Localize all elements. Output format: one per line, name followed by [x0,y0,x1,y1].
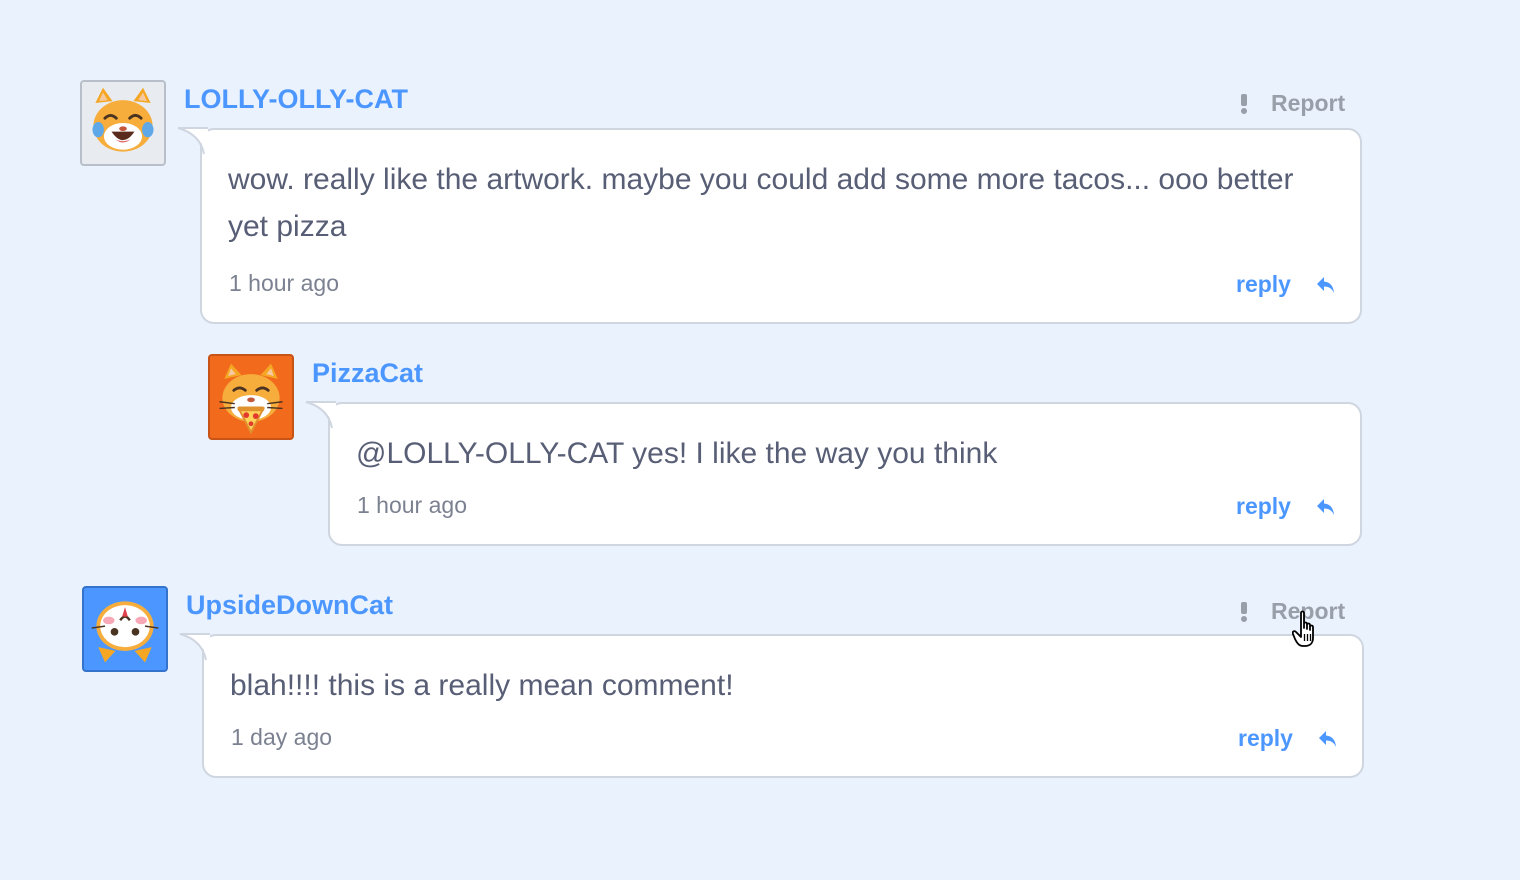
reply-button[interactable]: reply [1236,493,1337,520]
reply-button[interactable]: reply [1238,725,1339,752]
comment-bubble: wow. really like the artwork. maybe you … [177,127,1362,324]
reply-arrow-icon [1316,276,1334,293]
report-button[interactable]: Report [1239,598,1345,625]
bubble-tail [305,401,336,430]
comment-text: wow. really like the artwork. maybe you … [228,163,1294,243]
comments-section: LOLLY-OLLY-CAT Report wow. really like t… [0,0,1520,880]
comment-timestamp: 1 day ago [231,724,333,750]
reply-arrow-icon [1318,730,1336,747]
comment-text: blah!!!! this is a really mean comment! [230,669,734,702]
reply-label: reply [1236,493,1291,519]
reply-label: reply [1238,725,1293,751]
report-label: Report [1271,598,1346,624]
bubble-tail [177,127,208,156]
upside-down-cat-emoji-icon [91,601,159,663]
comment-timestamp: 1 hour ago [229,270,339,296]
exclamation-icon [1241,93,1247,114]
comment-bubble: blah!!!! this is a really mean comment! … [179,633,1364,778]
report-label: Report [1271,90,1346,116]
comment-timestamp: 1 hour ago [357,492,467,518]
username-link[interactable]: LOLLY-OLLY-CAT [184,84,408,115]
comment-bubble: @LOLLY-OLLY-CAT yes! I like the way you … [305,401,1362,546]
laughing-cat-emoji-icon [92,87,154,152]
report-button[interactable]: Report [1239,90,1345,117]
avatar[interactable] [80,80,166,166]
comment-text: @LOLLY-OLLY-CAT yes! I like the way you … [356,437,998,470]
reply-label: reply [1236,271,1291,297]
username-link[interactable]: UpsideDownCat [186,590,393,621]
avatar[interactable] [208,354,294,440]
exclamation-icon [1241,601,1247,622]
reply-button[interactable]: reply [1236,271,1337,298]
username-link[interactable]: PizzaCat [312,358,423,389]
pizza-cat-emoji-icon [219,363,283,435]
avatar[interactable] [82,586,168,672]
bubble-tail [179,633,210,662]
reply-arrow-icon [1316,498,1334,515]
